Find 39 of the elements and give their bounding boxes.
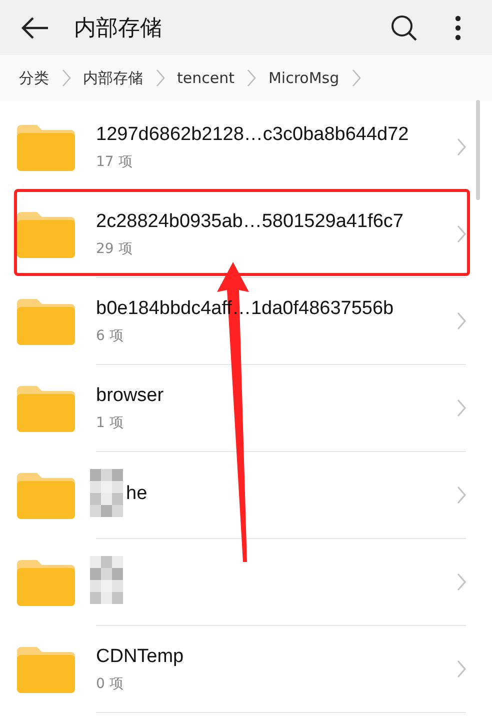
item-count: 6 项 xyxy=(96,326,124,344)
chevron-icon xyxy=(456,311,466,331)
chevron-icon xyxy=(61,68,71,88)
folder-row[interactable]: 2c28824b0935ab…5801529a41f6c7 29 项 xyxy=(0,190,492,277)
chevron-icon xyxy=(456,485,466,505)
folder-name: he xyxy=(126,482,148,506)
chevron-icon xyxy=(456,398,466,418)
folder-row[interactable]: CDNTemp 0 项 xyxy=(0,625,492,712)
folder-icon xyxy=(17,296,75,344)
folder-name: 1297d6862b2128…c3c0ba8b644d72 xyxy=(96,122,409,146)
chevron-icon xyxy=(456,137,466,157)
more-options-icon[interactable] xyxy=(454,14,462,40)
folder-icon xyxy=(17,210,75,258)
folder-name: CDNTemp xyxy=(96,644,184,668)
chevron-icon xyxy=(155,68,165,88)
folder-icon xyxy=(17,558,75,606)
chevron-icon xyxy=(246,68,256,88)
breadcrumb-item[interactable]: 分类 xyxy=(19,68,49,88)
search-icon[interactable] xyxy=(390,14,418,42)
folder-icon xyxy=(17,644,75,692)
breadcrumb-item[interactable]: tencent xyxy=(177,69,234,87)
breadcrumb-item[interactable]: MicroMsg xyxy=(268,69,340,87)
chevron-icon xyxy=(456,224,466,244)
chevron-icon xyxy=(456,659,466,679)
breadcrumb-item[interactable]: 内部存储 xyxy=(83,68,143,88)
folder-icon xyxy=(17,122,75,170)
toolbar-title: 内部存储 xyxy=(74,14,162,42)
item-count: 0 项 xyxy=(96,674,124,692)
item-count: 1 项 xyxy=(96,414,124,432)
folder-name: 2c28824b0935ab…5801529a41f6c7 xyxy=(96,210,404,234)
back-icon[interactable] xyxy=(20,16,50,40)
folder-name: browser xyxy=(96,384,164,408)
folder-icon xyxy=(17,384,75,432)
folder-icon xyxy=(17,470,75,518)
folder-row[interactable]: 1297d6862b2128…c3c0ba8b644d72 17 项 xyxy=(0,103,492,190)
chevron-icon xyxy=(456,572,466,592)
item-count: 17 项 xyxy=(96,152,132,170)
chevron-icon xyxy=(351,68,362,88)
item-count: 29 项 xyxy=(96,240,132,258)
